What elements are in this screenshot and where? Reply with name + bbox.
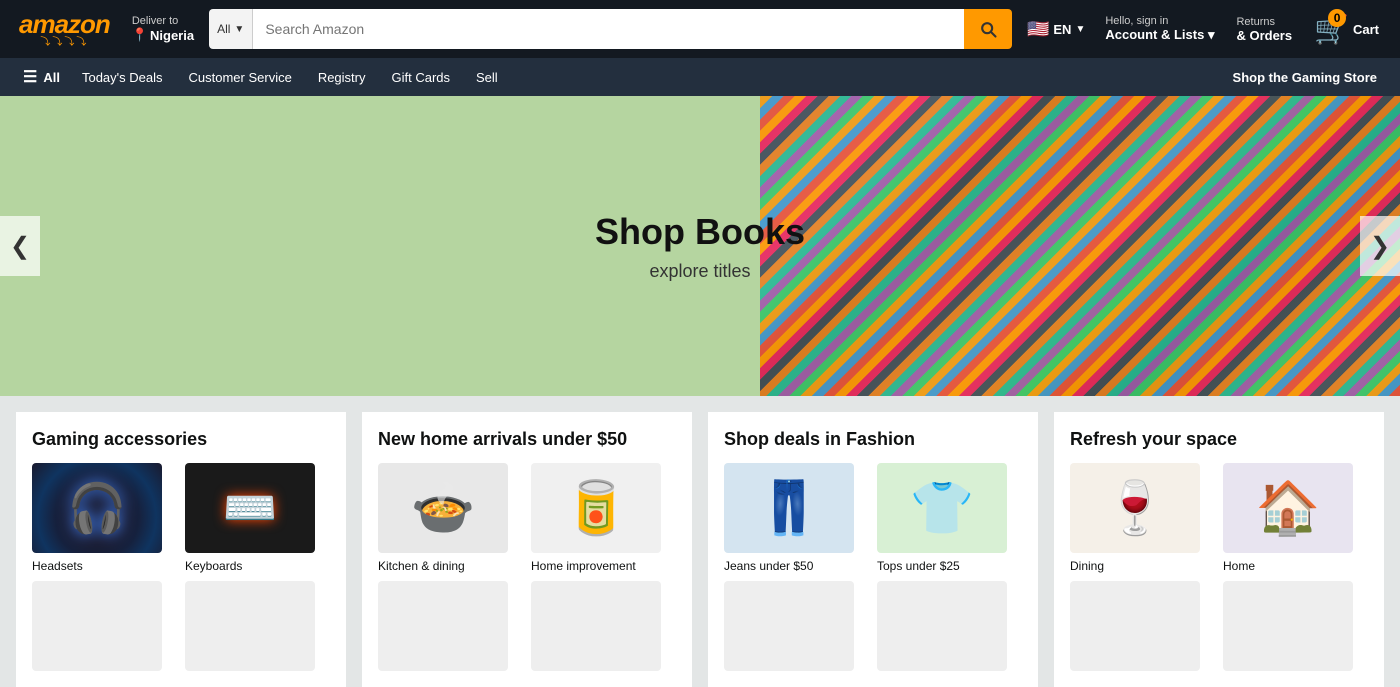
- home-decor-image: [1223, 463, 1353, 553]
- deliver-label: Deliver to: [132, 15, 194, 27]
- hero-title: Shop Books: [595, 211, 805, 253]
- dining-label: Dining: [1070, 559, 1104, 573]
- nav-link-todays-deals[interactable]: Today's Deals: [71, 61, 174, 94]
- home-improvement-image: [531, 463, 661, 553]
- lang-chevron-icon: ▼: [1075, 24, 1085, 35]
- nav-link-gift-cards[interactable]: Gift Cards: [381, 61, 462, 94]
- product-cards-section: Gaming accessories Headsets Keyboards Ne…: [0, 396, 1400, 687]
- returns-button[interactable]: Returns & Orders: [1227, 11, 1301, 48]
- tops-image: [877, 463, 1007, 553]
- fashion-extra-image-2: [877, 581, 1007, 671]
- cart-count-badge: 0: [1328, 9, 1346, 27]
- refresh-extra-1[interactable]: [1070, 581, 1215, 671]
- language-selector[interactable]: 🇺🇸 EN ▼: [1020, 14, 1092, 45]
- account-button[interactable]: Hello, sign in Account & Lists ▾: [1096, 10, 1223, 48]
- keyboards-label: Keyboards: [185, 559, 242, 573]
- refresh-card-grid: Dining Home: [1070, 463, 1368, 671]
- hero-image: [760, 96, 1400, 396]
- logo-smile: ⤵⤵⤵⤵: [40, 33, 88, 48]
- home-card-grid: Kitchen & dining Home improvement: [378, 463, 676, 671]
- deliver-to[interactable]: Deliver to 📍 Nigeria: [125, 12, 201, 46]
- header: amazon ⤵⤵⤵⤵ Deliver to 📍 Nigeria All ▼ 🇺…: [0, 0, 1400, 58]
- gaming-extra-2[interactable]: [185, 581, 330, 671]
- deliver-location: 📍 Nigeria: [132, 27, 194, 43]
- gaming-accessories-card[interactable]: Gaming accessories Headsets Keyboards: [16, 412, 346, 687]
- jeans-item[interactable]: Jeans under $50: [724, 463, 869, 573]
- keyboards-image: [185, 463, 315, 553]
- kitchen-dining-label: Kitchen & dining: [378, 559, 465, 573]
- kitchen-dining-item[interactable]: Kitchen & dining: [378, 463, 523, 573]
- search-icon: [978, 19, 998, 39]
- fashion-card-title: Shop deals in Fashion: [724, 428, 1022, 451]
- fashion-card-grid: Jeans under $50 Tops under $25: [724, 463, 1022, 671]
- hero-banner: ❮ Shop Books explore titles ❯: [0, 96, 1400, 396]
- home-extra-1[interactable]: [378, 581, 523, 671]
- keyboards-item[interactable]: Keyboards: [185, 463, 330, 573]
- gaming-store-promo[interactable]: Shop the Gaming Store: [1222, 61, 1388, 94]
- home-extra-2[interactable]: [531, 581, 676, 671]
- search-bar: All ▼: [209, 9, 1012, 49]
- chevron-down-icon: ▼: [234, 24, 244, 35]
- refresh-extra-image-1: [1070, 581, 1200, 671]
- home-label: Home: [1223, 559, 1255, 573]
- home-extra-image-2: [531, 581, 661, 671]
- hero-prev-button[interactable]: ❮: [0, 216, 40, 276]
- nav-link-customer-service[interactable]: Customer Service: [178, 61, 303, 94]
- gaming-extra-image-2: [185, 581, 315, 671]
- jeans-image: [724, 463, 854, 553]
- refresh-card-title: Refresh your space: [1070, 428, 1368, 451]
- fashion-extra-image-1: [724, 581, 854, 671]
- book-spines-decoration: [760, 96, 1400, 396]
- cart-label: Cart: [1353, 22, 1379, 37]
- search-button[interactable]: [964, 9, 1012, 49]
- nav-links: Today's Deals Customer Service Registry …: [71, 61, 1222, 94]
- hero-subtitle: explore titles: [595, 261, 805, 282]
- headsets-label: Headsets: [32, 559, 83, 573]
- tops-item[interactable]: Tops under $25: [877, 463, 1022, 573]
- all-menu-button[interactable]: ☰ All: [12, 58, 71, 96]
- cart-button[interactable]: 0 🛒 Cart: [1305, 8, 1388, 51]
- gaming-extra-image-1: [32, 581, 162, 671]
- search-category-select[interactable]: All ▼: [209, 9, 253, 49]
- search-input[interactable]: [253, 9, 964, 49]
- headsets-item[interactable]: Headsets: [32, 463, 177, 573]
- fashion-deals-card[interactable]: Shop deals in Fashion Jeans under $50 To…: [708, 412, 1038, 687]
- jeans-label: Jeans under $50: [724, 559, 813, 573]
- nav-link-sell[interactable]: Sell: [465, 61, 509, 94]
- location-pin-icon: 📍: [132, 27, 148, 43]
- home-card-title: New home arrivals under $50: [378, 428, 676, 451]
- amazon-logo[interactable]: amazon ⤵⤵⤵⤵: [12, 8, 117, 51]
- home-arrivals-card[interactable]: New home arrivals under $50 Kitchen & di…: [362, 412, 692, 687]
- navbar: ☰ All Today's Deals Customer Service Reg…: [0, 58, 1400, 96]
- hamburger-icon: ☰: [23, 67, 37, 87]
- nav-link-registry[interactable]: Registry: [307, 61, 377, 94]
- dining-image: [1070, 463, 1200, 553]
- refresh-extra-2[interactable]: [1223, 581, 1368, 671]
- headsets-image: [32, 463, 162, 553]
- refresh-space-card[interactable]: Refresh your space Dining Home: [1054, 412, 1384, 687]
- home-improvement-item[interactable]: Home improvement: [531, 463, 676, 573]
- fashion-extra-1[interactable]: [724, 581, 869, 671]
- fashion-extra-2[interactable]: [877, 581, 1022, 671]
- home-improvement-label: Home improvement: [531, 559, 636, 573]
- refresh-extra-image-2: [1223, 581, 1353, 671]
- gaming-card-title: Gaming accessories: [32, 428, 330, 451]
- gaming-extra-1[interactable]: [32, 581, 177, 671]
- home-item[interactable]: Home: [1223, 463, 1368, 573]
- header-right: 🇺🇸 EN ▼ Hello, sign in Account & Lists ▾…: [1020, 8, 1388, 51]
- hero-next-button[interactable]: ❯: [1360, 216, 1400, 276]
- hero-content: Shop Books explore titles: [595, 211, 805, 282]
- flag-icon: 🇺🇸: [1027, 19, 1049, 40]
- home-extra-image-1: [378, 581, 508, 671]
- kitchen-dining-image: [378, 463, 508, 553]
- dining-item[interactable]: Dining: [1070, 463, 1215, 573]
- tops-label: Tops under $25: [877, 559, 960, 573]
- gaming-card-grid: Headsets Keyboards: [32, 463, 330, 671]
